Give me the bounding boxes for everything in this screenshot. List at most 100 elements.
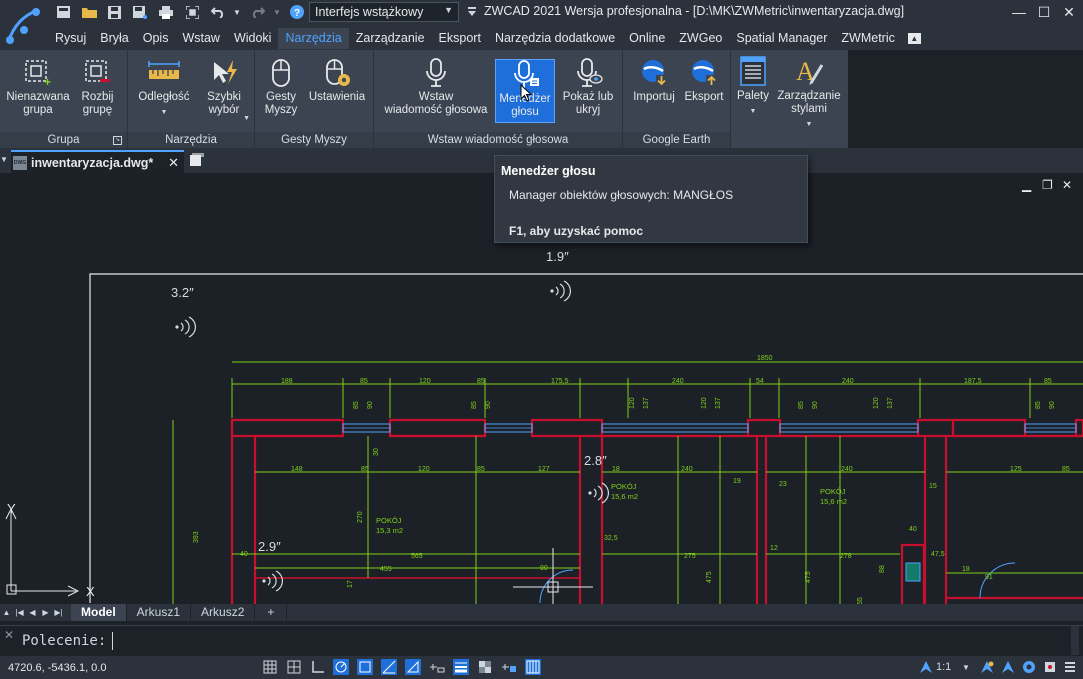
title-bar: ▼ ▼ ? Interfejs wstążkowy ▼ ZWCAD 2021 W… <box>0 0 1083 27</box>
menu-narzedzia[interactable]: Narzędzia <box>278 28 349 49</box>
dynamic-input-icon[interactable] <box>429 659 445 675</box>
unnamed-group-button[interactable]: + Nienazwana grupa <box>3 58 73 128</box>
new-tab-icon[interactable] <box>190 153 204 169</box>
dimension-text: 23 <box>779 481 787 488</box>
customize-toolbar-icon[interactable] <box>466 3 478 21</box>
command-line-close-icon[interactable]: ✕ <box>4 628 18 654</box>
menu-narzedzia-dodatkowe[interactable]: Narzędzia dodatkowe <box>488 28 622 49</box>
menu-rysuj[interactable]: Rysuj <box>48 28 93 49</box>
minimize-button[interactable]: — <box>1008 2 1030 22</box>
menu-bryla[interactable]: Bryła <box>93 28 135 49</box>
document-tab[interactable]: DWG inwentaryzacja.dwg* ✕ <box>11 150 184 173</box>
voice-note-duration: 3.2″ <box>171 285 194 300</box>
lineweight-icon[interactable] <box>453 659 469 675</box>
style-manager-label: Zarządzanie stylami <box>777 90 841 115</box>
open-folder-icon[interactable] <box>81 3 97 21</box>
annotation-visibility-icon[interactable] <box>979 659 995 675</box>
app-logo[interactable] <box>0 0 48 50</box>
chevron-down-icon: ▼ <box>160 109 168 116</box>
object-snap-icon[interactable] <box>357 659 373 675</box>
viewport-restore-button[interactable]: ❐ <box>1042 178 1053 192</box>
ungroup-button[interactable]: Rozbij grupę <box>75 58 120 128</box>
viewport-minimize-button[interactable]: ▁ <box>1022 178 1031 192</box>
redo-icon[interactable] <box>250 3 266 21</box>
inner-dimension-text: 85 <box>361 466 369 473</box>
top-dimension-text: 85 <box>477 378 485 385</box>
ribbon-minimize-icon[interactable]: ▲ <box>907 33 921 44</box>
voice-note-wave <box>180 322 184 332</box>
voice-manager-button[interactable]: Menedżer głosu <box>495 59 555 123</box>
last-tab-icon[interactable]: ▶| <box>52 606 65 619</box>
tab-list-icon[interactable]: ▼ <box>0 155 8 164</box>
first-tab-icon[interactable]: |◀ <box>13 606 26 619</box>
customization-menu-icon[interactable] <box>1062 659 1078 675</box>
undo-icon[interactable] <box>210 3 226 21</box>
menu-widoki[interactable]: Widoki <box>227 28 279 49</box>
isolate-objects-icon[interactable] <box>1042 659 1058 675</box>
annotation-scale-icon[interactable] <box>918 659 934 675</box>
vertical-dimension-text: 90 <box>485 401 492 409</box>
save-as-icon[interactable] <box>132 3 148 21</box>
svg-text:?: ? <box>294 8 300 19</box>
menu-zarzadzanie[interactable]: Zarządzanie <box>349 28 432 49</box>
mouse-gestures-button[interactable]: Gesty Myszy <box>259 58 303 128</box>
menu-wstaw[interactable]: Wstaw <box>175 28 227 49</box>
menu-zwmetric[interactable]: ZWMetric <box>834 28 901 49</box>
annotation-scale[interactable]: 1:1 <box>936 661 951 673</box>
add-layout-button[interactable]: + <box>255 604 288 621</box>
help-icon[interactable]: ? <box>289 3 305 21</box>
polar-tracking-icon[interactable] <box>333 659 349 675</box>
save-icon[interactable] <box>106 3 122 21</box>
import-button[interactable]: Importuj <box>629 58 679 128</box>
menu-opis[interactable]: Opis <box>136 28 176 49</box>
document-tab-close[interactable]: ✕ <box>168 155 179 171</box>
workspace-select[interactable]: Interfejs wstążkowy ▼ <box>309 2 459 22</box>
annotation-monitor-icon[interactable] <box>525 659 541 675</box>
new-file-icon[interactable] <box>55 3 71 21</box>
voice-note-dot <box>550 289 554 293</box>
voice-note-duration: 2.9″ <box>258 539 281 554</box>
workspace-settings-icon[interactable] <box>1021 659 1037 675</box>
ucs-y-label: Y <box>7 501 16 516</box>
prev-tab-icon[interactable]: ◀ <box>26 606 39 619</box>
undo-dropdown-icon[interactable]: ▼ <box>232 3 242 21</box>
fit-screen-icon[interactable] <box>184 3 200 21</box>
export-button[interactable]: Eksport <box>681 58 727 128</box>
auto-scale-icon[interactable] <box>1000 659 1016 675</box>
ortho-icon[interactable] <box>310 659 326 675</box>
show-hide-button[interactable]: Pokaż lub ukryj <box>557 58 619 128</box>
snap-grid-icon[interactable] <box>286 659 302 675</box>
vertical-dimension-text: 120 <box>701 397 708 409</box>
redo-dropdown-icon[interactable]: ▼ <box>272 3 282 21</box>
style-manager-button[interactable]: A Zarządzanie stylami ▼ <box>774 55 844 128</box>
command-line: ✕ Polecenie: <box>0 625 1083 656</box>
tab-arkusz1[interactable]: Arkusz1 <box>127 604 192 621</box>
first-layout-icon[interactable]: ▲ <box>0 606 13 619</box>
print-icon[interactable] <box>158 3 174 21</box>
insert-voice-message-button[interactable]: Wstaw wiadomość głosowa <box>378 58 494 128</box>
selection-cycling-icon[interactable] <box>501 659 517 675</box>
viewport-close-button[interactable]: ✕ <box>1062 178 1072 192</box>
panel-launcher-icon[interactable]: ↘ <box>113 136 122 145</box>
close-button[interactable]: ✕ <box>1058 2 1080 22</box>
command-scrollbar[interactable] <box>1071 626 1079 655</box>
menu-online[interactable]: Online <box>622 28 672 49</box>
dynamic-ucs-icon[interactable] <box>405 659 421 675</box>
object-tracking-icon[interactable] <box>381 659 397 675</box>
grid-icon[interactable] <box>262 659 278 675</box>
tab-model[interactable]: Model <box>71 604 127 621</box>
voice-manager-tooltip: Menedżer głosu Manager obiektów głosowyc… <box>494 155 808 243</box>
next-tab-icon[interactable]: ▶ <box>39 606 52 619</box>
menu-eksport[interactable]: Eksport <box>432 28 488 49</box>
maximize-button[interactable]: ☐ <box>1033 2 1055 22</box>
menu-spatial-manager[interactable]: Spatial Manager <box>729 28 834 49</box>
scale-dropdown-icon[interactable]: ▼ <box>958 659 974 675</box>
command-input[interactable] <box>112 632 1052 650</box>
palettes-button[interactable]: Palety ▼ <box>735 55 771 125</box>
transparency-icon[interactable] <box>477 659 493 675</box>
distance-button[interactable]: Odległość ▼ <box>133 58 195 128</box>
quick-select-button[interactable]: Szybki wybór ▼ <box>198 58 250 128</box>
tab-arkusz2[interactable]: Arkusz2 <box>191 604 256 621</box>
settings-button[interactable]: Ustawienia <box>305 58 369 128</box>
menu-zwgeo[interactable]: ZWGeo <box>672 28 729 49</box>
